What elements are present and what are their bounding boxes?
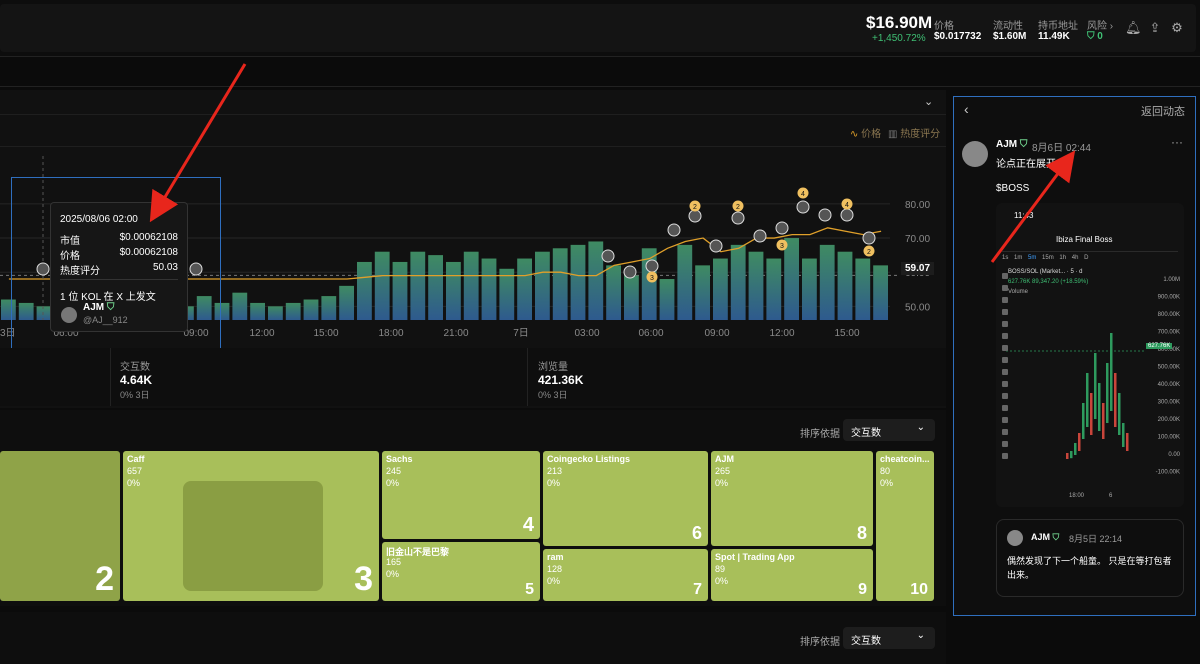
annotation-arrows [149,63,1076,263]
red-arrow [149,63,247,223]
red-arrow [990,150,1076,263]
